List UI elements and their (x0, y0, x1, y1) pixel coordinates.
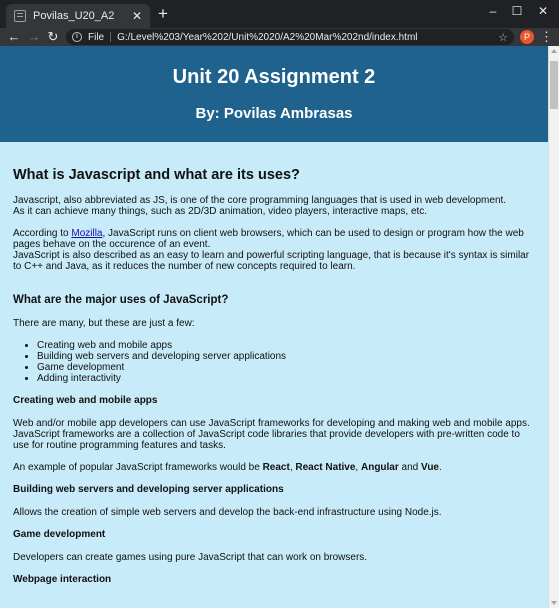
list-item: Game development (37, 362, 538, 373)
scroll-down-arrow-icon[interactable] (551, 601, 557, 605)
easy-to-learn-paragraph: JavaScript is also described as an easy … (13, 250, 530, 272)
framework-vue: Vue (421, 462, 439, 473)
maximize-button[interactable]: ☐ (507, 4, 527, 18)
browser-menu-icon[interactable]: ⋮ (540, 28, 553, 46)
page-byline: By: Povilas Ambrasas (195, 105, 353, 122)
apps-paragraph: Web and/or mobile app developers can use… (13, 418, 530, 451)
frameworks-paragraph: An example of popular JavaScript framewo… (13, 462, 538, 473)
tab-strip: Povilas_U20_A2 ✕ + – ☐ ✕ (0, 0, 559, 28)
minimize-button[interactable]: – (483, 4, 503, 18)
uses-heading: What are the major uses of JavaScript? (13, 294, 229, 306)
intro-line-1: Javascript, also abbreviated as JS, is o… (13, 195, 507, 206)
page-header: Unit 20 Assignment 2 By: Povilas Ambrasa… (0, 46, 548, 142)
frameworks-prefix: An example of popular JavaScript framewo… (13, 462, 263, 473)
site-info-icon[interactable]: i (72, 32, 82, 42)
browser-tab[interactable]: Povilas_U20_A2 ✕ (6, 4, 150, 28)
reload-button[interactable]: ↻ (45, 28, 61, 46)
tab-title: Povilas_U20_A2 (33, 10, 115, 22)
intro-paragraph: Javascript, also abbreviated as JS, is o… (13, 195, 538, 217)
vertical-scrollbar[interactable] (548, 46, 559, 608)
browser-toolbar: ← → ↻ i File G:/Level%203/Year%202/Unit%… (0, 28, 559, 46)
address-bar[interactable]: i File G:/Level%203/Year%202/Unit%2020/A… (66, 29, 514, 45)
servers-paragraph: Allows the creation of simple web server… (13, 507, 442, 518)
forward-button[interactable]: → (26, 28, 42, 46)
interaction-heading: Webpage interaction (13, 574, 112, 585)
according-prefix: According to (13, 228, 72, 239)
intro-heading: What is Javascript and what are its uses… (13, 167, 300, 183)
separator: and (398, 462, 422, 473)
framework-react-native: React Native (295, 462, 356, 473)
address-url[interactable]: G:/Level%203/Year%202/Unit%2020/A2%20Mar… (117, 32, 498, 43)
mozilla-paragraph: According to Mozilla, JavaScript runs on… (13, 228, 538, 250)
separator: . (438, 462, 442, 473)
bookmark-star-icon[interactable]: ☆ (498, 31, 508, 44)
address-scheme: File (88, 31, 105, 43)
profile-avatar[interactable]: P (520, 30, 534, 44)
uses-intro: There are many, but these are just a few… (13, 318, 195, 329)
new-tab-button[interactable]: + (155, 5, 171, 23)
mozilla-link[interactable]: Mozilla (71, 228, 102, 239)
back-button[interactable]: ← (6, 28, 22, 46)
page-favicon-icon (14, 10, 26, 22)
servers-heading: Building web servers and developing serv… (13, 484, 284, 495)
list-item: Building web servers and developing serv… (37, 351, 538, 362)
intro-line-2: As it can achieve many things, such as 2… (13, 206, 428, 217)
scroll-up-arrow-icon[interactable] (551, 49, 557, 53)
scrollbar-thumb[interactable] (550, 61, 558, 109)
page-title: Unit 20 Assignment 2 (172, 66, 376, 88)
games-paragraph: Developers can create games using pure J… (13, 552, 368, 563)
close-window-button[interactable]: ✕ (533, 4, 553, 18)
uses-list: Creating web and mobile apps Building we… (37, 340, 538, 384)
framework-angular: Angular (360, 462, 399, 473)
framework-react: React (262, 462, 290, 473)
list-item: Creating web and mobile apps (37, 340, 538, 351)
list-item: Adding interactivity (37, 373, 538, 384)
games-heading: Game development (13, 529, 106, 540)
apps-heading: Creating web and mobile apps (13, 395, 158, 406)
address-divider (110, 32, 112, 42)
tab-close-icon[interactable]: ✕ (130, 9, 144, 23)
page-viewport: Unit 20 Assignment 2 By: Povilas Ambrasa… (0, 46, 559, 608)
main-content: What is Javascript and what are its uses… (13, 166, 538, 597)
